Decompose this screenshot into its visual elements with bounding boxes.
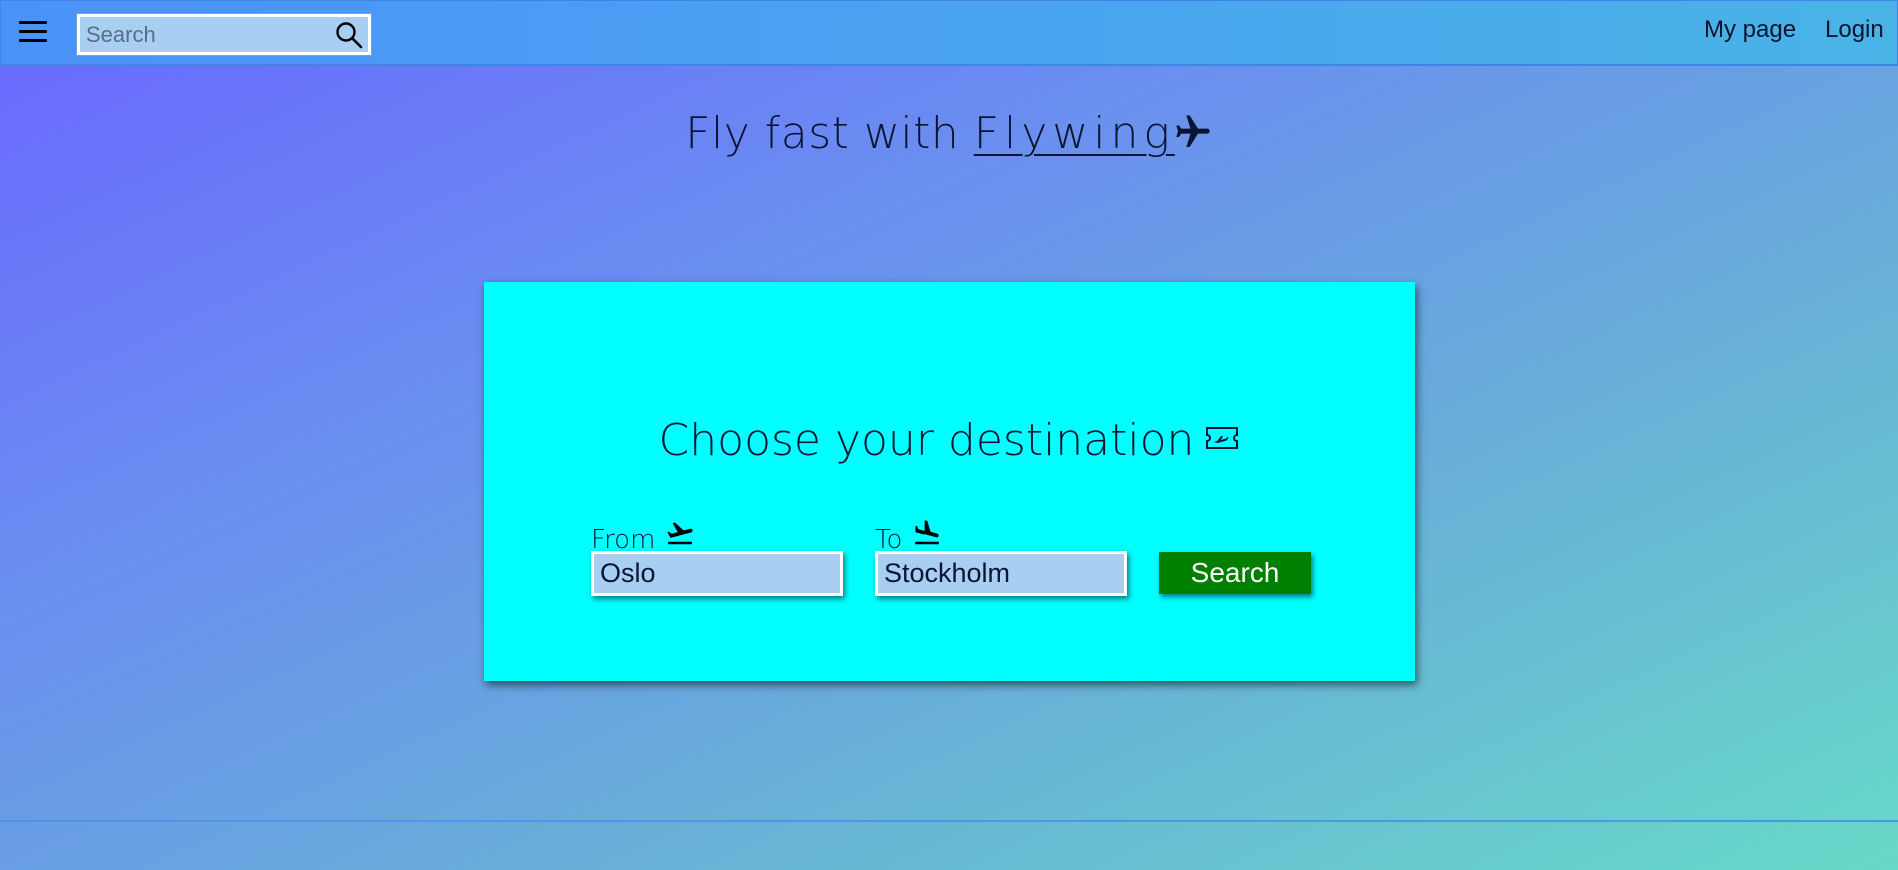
- from-label: From: [591, 518, 697, 555]
- search-input[interactable]: [82, 19, 328, 50]
- landing-icon: [915, 520, 940, 545]
- page-title: Fly fast with Flywing: [0, 108, 1898, 159]
- to-label: To: [875, 518, 944, 555]
- to-input[interactable]: [875, 551, 1127, 596]
- from-input[interactable]: [591, 551, 843, 596]
- airplane-icon: [1176, 115, 1210, 147]
- search-button[interactable]: Search: [1159, 552, 1311, 594]
- menu-icon[interactable]: [15, 17, 51, 47]
- my-page-link[interactable]: My page: [1704, 16, 1796, 44]
- header-search: [77, 14, 371, 55]
- login-link[interactable]: Login: [1825, 16, 1884, 44]
- takeoff-icon: [667, 522, 694, 545]
- footer-divider: [0, 820, 1898, 822]
- search-icon[interactable]: [334, 20, 364, 50]
- booking-title-text: Choose your destination: [658, 415, 1195, 466]
- page-title-prefix: Fly fast with: [685, 108, 974, 159]
- brand-link[interactable]: Flywing: [974, 108, 1175, 159]
- booking-card: Choose your destination From To Search: [484, 282, 1415, 681]
- top-navigation-bar: My page Login: [0, 0, 1898, 66]
- booking-title: Choose your destination: [484, 415, 1415, 466]
- ticket-icon: [1206, 427, 1239, 449]
